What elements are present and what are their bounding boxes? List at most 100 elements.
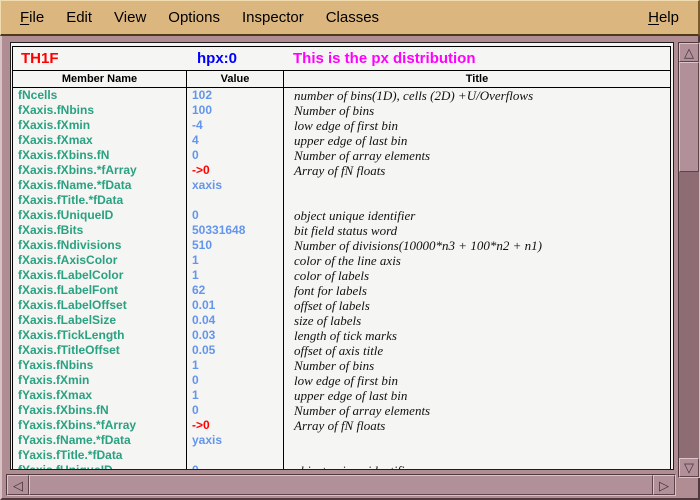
scroll-right-button[interactable]: ▷ [653, 475, 675, 495]
table-row[interactable]: fXaxis.fLabelColor1color of labels [13, 268, 670, 283]
class-name: TH1F [21, 50, 197, 67]
inspector-window: FileEditViewOptionsInspectorClasses Help… [0, 0, 700, 500]
title-cell: Number of divisions(10000*n3 + 100*n2 + … [284, 238, 670, 253]
value-cell: 0 [187, 463, 284, 470]
table-row[interactable]: fYaxis.fName.*fDatayaxis [13, 433, 670, 448]
value-cell: 0.04 [187, 313, 284, 328]
table-row[interactable]: fXaxis.fBits50331648bit field status wor… [13, 223, 670, 238]
horizontal-scroll-thumb[interactable] [29, 475, 653, 495]
header-value: Value [187, 71, 284, 87]
value-cell: yaxis [187, 433, 284, 448]
menu-item-edit[interactable]: Edit [55, 7, 103, 28]
menu-item-file[interactable]: File [9, 7, 55, 28]
table-row[interactable]: fYaxis.fXbins.fN0Number of array element… [13, 403, 670, 418]
menu-bar: FileEditViewOptionsInspectorClasses Help [0, 0, 700, 36]
scroll-left-icon: ◁ [13, 479, 23, 492]
member-name-cell: fXaxis.fTitle.*fData [13, 193, 187, 208]
table-row[interactable]: fXaxis.fXbins.fN0Number of array element… [13, 148, 670, 163]
table-row[interactable]: fXaxis.fLabelOffset0.01offset of labels [13, 298, 670, 313]
member-name-cell: fYaxis.fUniqueID [13, 463, 187, 470]
member-name-cell: fNcells [13, 88, 187, 103]
table-row[interactable]: fYaxis.fNbins1Number of bins [13, 358, 670, 373]
menu-item-options[interactable]: Options [157, 7, 231, 28]
table-header-row: Member Name Value Title [12, 71, 671, 88]
scroll-down-icon: ▽ [684, 461, 694, 474]
title-cell: offset of labels [284, 298, 670, 313]
title-cell: number of bins(1D), cells (2D) +U/Overfl… [284, 88, 670, 103]
member-name-cell: fXaxis.fUniqueID [13, 208, 187, 223]
table-row[interactable]: fYaxis.fXmax1upper edge of last bin [13, 388, 670, 403]
scroll-left-button[interactable]: ◁ [7, 475, 29, 495]
table-row[interactable]: fXaxis.fLabelFont62font for labels [13, 283, 670, 298]
table-row[interactable]: fXaxis.fName.*fDataxaxis [13, 178, 670, 193]
inspector-table: TH1F hpx:0 This is the px distribution M… [12, 46, 671, 470]
table-row[interactable]: fXaxis.fTitleOffset0.05offset of axis ti… [13, 343, 670, 358]
vertical-scrollbar[interactable]: △ ▽ [678, 42, 700, 478]
member-name-cell: fXaxis.fXmax [13, 133, 187, 148]
main-frame: TH1F hpx:0 This is the px distribution M… [0, 36, 700, 500]
menu-item-view[interactable]: View [103, 7, 157, 28]
vertical-scroll-track[interactable] [679, 172, 699, 458]
value-cell: 1 [187, 253, 284, 268]
title-cell: Number of array elements [284, 403, 670, 418]
table-row[interactable]: fXaxis.fTitle.*fData [13, 193, 670, 208]
title-cell [284, 178, 670, 193]
member-name-cell: fXaxis.fNbins [13, 103, 187, 118]
member-name-cell: fYaxis.fXbins.*fArray [13, 418, 187, 433]
scroll-up-button[interactable]: △ [679, 43, 699, 62]
member-name-cell: fYaxis.fNbins [13, 358, 187, 373]
value-cell: 102 [187, 88, 284, 103]
value-cell: 0 [187, 208, 284, 223]
table-row[interactable]: fYaxis.fXmin0low edge of first bin [13, 373, 670, 388]
table-row[interactable]: fXaxis.fXmax4upper edge of last bin [13, 133, 670, 148]
table-row[interactable]: fXaxis.fXbins.*fArray->0Array of fN floa… [13, 163, 670, 178]
table-row[interactable]: fNcells102number of bins(1D), cells (2D)… [13, 88, 670, 103]
value-cell: 0 [187, 373, 284, 388]
menu-item-classes[interactable]: Classes [315, 7, 390, 28]
inspector-panel: TH1F hpx:0 This is the px distribution M… [10, 42, 674, 470]
value-cell [187, 448, 284, 463]
table-row[interactable]: fYaxis.fUniqueID0object unique identifie… [13, 463, 670, 470]
scroll-down-button[interactable]: ▽ [679, 458, 699, 477]
value-cell: 0 [187, 403, 284, 418]
title-cell [284, 433, 670, 448]
table-row[interactable]: fYaxis.fTitle.*fData [13, 448, 670, 463]
table-row[interactable]: fXaxis.fUniqueID0object unique identifie… [13, 208, 670, 223]
table-row[interactable]: fXaxis.fLabelSize0.04size of labels [13, 313, 670, 328]
member-name-cell: fXaxis.fLabelFont [13, 283, 187, 298]
horizontal-scrollbar[interactable]: ◁ ▷ [6, 474, 676, 496]
title-cell [284, 448, 670, 463]
table-row[interactable]: fYaxis.fXbins.*fArray->0Array of fN floa… [13, 418, 670, 433]
menu-item-help[interactable]: Help [637, 7, 690, 28]
value-cell: 510 [187, 238, 284, 253]
member-name-cell: fXaxis.fLabelSize [13, 313, 187, 328]
value-cell: 0.01 [187, 298, 284, 313]
table-row[interactable]: fXaxis.fTickLength0.03length of tick mar… [13, 328, 670, 343]
title-cell: bit field status word [284, 223, 670, 238]
title-cell: object unique identifier [284, 463, 670, 470]
value-cell: ->0 [187, 163, 284, 178]
table-row[interactable]: fXaxis.fNbins100Number of bins [13, 103, 670, 118]
value-cell: 1 [187, 358, 284, 373]
menu-items: FileEditViewOptionsInspectorClasses [9, 7, 390, 28]
vertical-scroll-thumb[interactable] [679, 62, 699, 172]
title-cell: Number of bins [284, 358, 670, 373]
table-row[interactable]: fXaxis.fAxisColor1color of the line axis [13, 253, 670, 268]
menu-item-inspector[interactable]: Inspector [231, 7, 315, 28]
member-name-cell: fXaxis.fXbins.*fArray [13, 163, 187, 178]
table-row[interactable]: fXaxis.fNdivisions510Number of divisions… [13, 238, 670, 253]
object-name: hpx:0 [197, 50, 293, 67]
member-name-cell: fXaxis.fNdivisions [13, 238, 187, 253]
title-cell: upper edge of last bin [284, 133, 670, 148]
title-cell: offset of axis title [284, 343, 670, 358]
title-cell: color of labels [284, 268, 670, 283]
table-title-row: TH1F hpx:0 This is the px distribution [12, 46, 671, 71]
title-cell: upper edge of last bin [284, 388, 670, 403]
value-cell: 1 [187, 268, 284, 283]
title-cell: low edge of first bin [284, 118, 670, 133]
title-cell: low edge of first bin [284, 373, 670, 388]
value-cell: 100 [187, 103, 284, 118]
table-row[interactable]: fXaxis.fXmin-4low edge of first bin [13, 118, 670, 133]
value-cell [187, 193, 284, 208]
scroll-up-icon: △ [684, 46, 694, 59]
